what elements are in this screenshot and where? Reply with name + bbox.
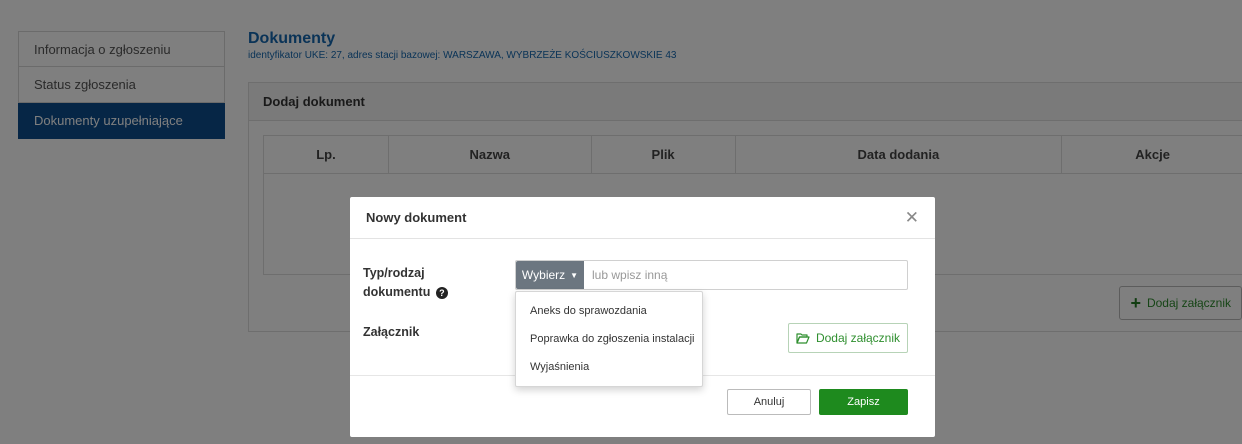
dropdown-item-poprawka[interactable]: Poprawka do zgłoszenia instalacji <box>516 325 702 353</box>
modal-add-attachment-button[interactable]: Dodaj załącznik <box>788 323 908 353</box>
folder-open-icon <box>796 332 810 344</box>
save-button[interactable]: Zapisz <box>819 389 908 415</box>
attach-button-label: Dodaj załącznik <box>815 331 901 345</box>
caret-down-icon: ▼ <box>570 270 579 280</box>
dropdown-button-label: Wybierz <box>521 268 566 282</box>
dropdown-item-wyjasnienia[interactable]: Wyjaśnienia <box>516 353 702 381</box>
document-type-dropdown-button[interactable]: Wybierz ▼ <box>516 261 584 289</box>
page: Informacja o zgłoszeniu Status zgłoszeni… <box>0 0 1242 444</box>
document-type-input[interactable] <box>584 261 907 289</box>
close-icon[interactable]: ✕ <box>905 209 919 226</box>
modal-title: Nowy dokument <box>366 210 467 225</box>
document-type-input-group: Wybierz ▼ <box>515 260 908 290</box>
question-circle-icon[interactable]: ? <box>435 286 448 299</box>
dropdown-item-aneks[interactable]: Aneks do sprawozdania <box>516 297 702 325</box>
document-type-dropdown-menu: Aneks do sprawozdania Poprawka do zgłosz… <box>515 291 703 387</box>
attachment-label: Załącznik <box>363 325 420 339</box>
modal-header: Nowy dokument ✕ <box>350 197 935 239</box>
document-type-label: Typ/rodzaj dokumentu ? <box>363 264 448 302</box>
document-type-label-line2: dokumentu <box>363 285 431 299</box>
new-document-modal: Nowy dokument ✕ Typ/rodzaj dokumentu ? W… <box>350 197 935 437</box>
cancel-button[interactable]: Anuluj <box>727 389 811 415</box>
document-type-label-line1: Typ/rodzaj <box>363 266 425 280</box>
